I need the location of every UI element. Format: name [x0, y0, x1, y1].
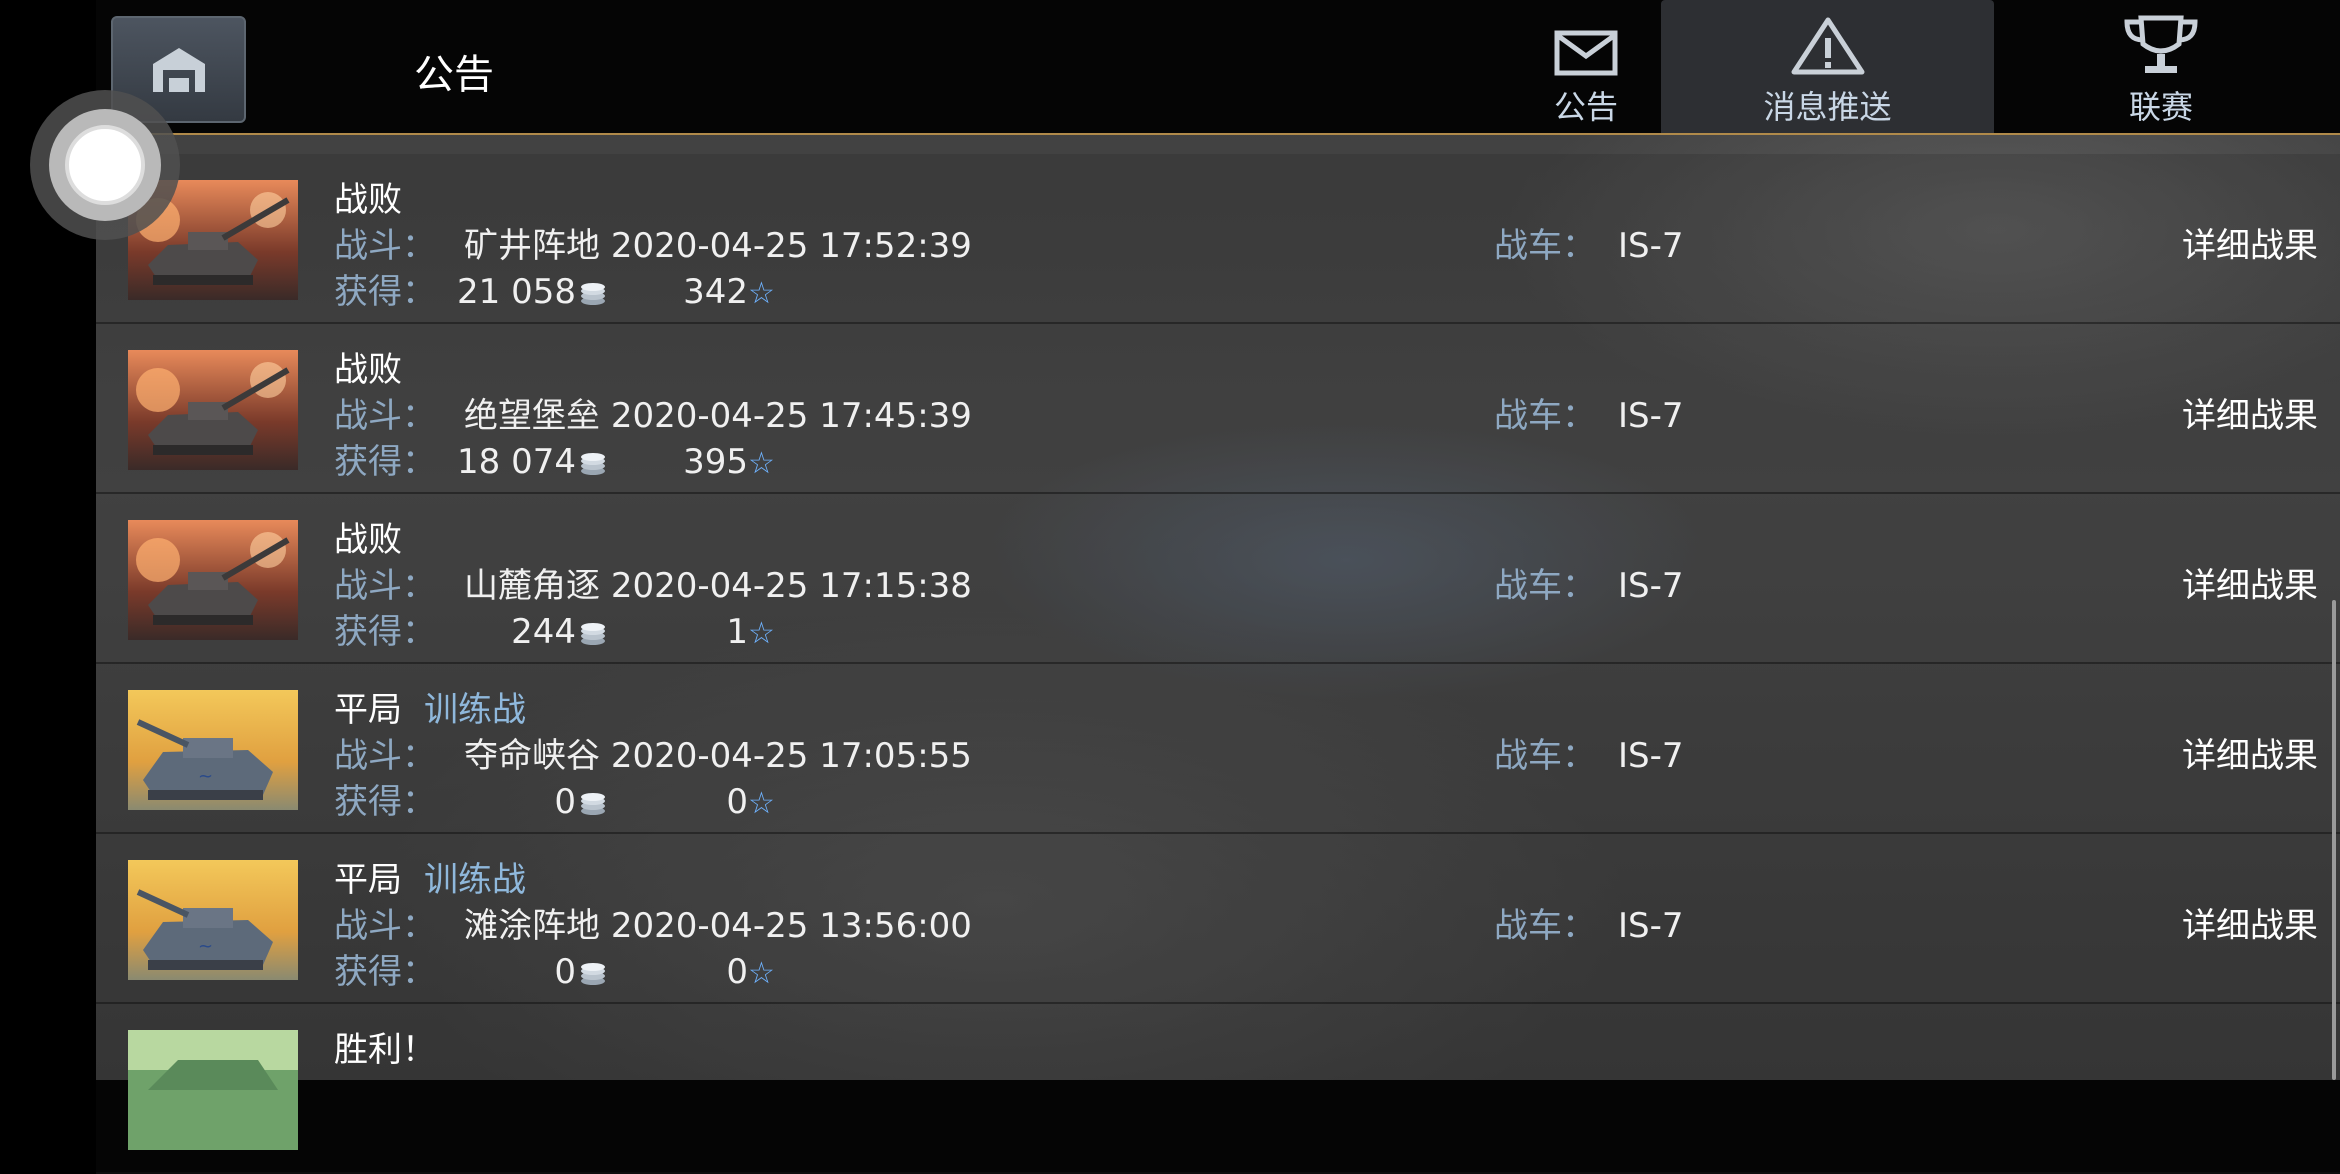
star-icon: ☆	[748, 446, 775, 481]
battle-thumbnail	[128, 350, 298, 470]
battle-thumbnail	[128, 1030, 298, 1150]
xp-value: 0	[726, 952, 748, 992]
top-bar: 公告 1 公告 消息推送	[96, 0, 2340, 135]
silver-coin-icon	[581, 452, 605, 475]
xp-value: 395	[683, 442, 748, 482]
detail-results-link[interactable]: 详细战果	[2182, 558, 2318, 607]
battle-row[interactable]: 胜利！	[96, 1004, 2340, 1174]
battle-label: 战斗：	[334, 566, 436, 606]
tank-name: IS-7	[1618, 566, 1684, 606]
tank-name: IS-7	[1618, 736, 1684, 776]
tank-label: 战车：	[1494, 226, 1596, 266]
battle-thumbnail	[128, 520, 298, 640]
map-name: 山麓角逐	[464, 566, 600, 606]
battle-list: 战败 战斗： 矿井阵地 2020-04-25 17:52:39 获得： 21 058 34…	[96, 154, 2340, 1174]
star-icon: ☆	[748, 956, 775, 991]
floating-assistive-button[interactable]	[30, 90, 180, 240]
silver-coin-icon	[581, 962, 605, 985]
star-icon: ☆	[748, 786, 775, 821]
credits-value: 244	[511, 612, 576, 652]
credits-value: 0	[554, 952, 576, 992]
tank-label: 战车：	[1494, 906, 1596, 946]
detail-results-link[interactable]: 详细战果	[2182, 388, 2318, 437]
map-name: 滩涂阵地	[464, 906, 600, 946]
battle-row[interactable]: ~ 平局 训练战 战斗： 滩涂阵地 2020-04-25 13:56:00 获得： 0 0☆ 战…	[96, 834, 2340, 1004]
battle-thumbnail: ~	[128, 690, 298, 810]
svg-text:~: ~	[198, 766, 213, 787]
silver-coin-icon	[581, 622, 605, 645]
battle-label: 战斗：	[334, 396, 436, 436]
battle-datetime: 2020-04-25 17:52:39	[610, 226, 972, 266]
tab-label: 消息推送	[1763, 88, 1892, 126]
xp-value: 0	[726, 782, 748, 822]
warning-icon	[1791, 17, 1864, 75]
credits-value: 0	[554, 782, 576, 822]
earned-label: 获得：	[334, 612, 436, 652]
trophy-icon	[2124, 15, 2198, 73]
battle-result: 战败	[334, 350, 402, 390]
battle-datetime: 2020-04-25 13:56:00	[610, 906, 972, 946]
tank-label: 战车：	[1494, 736, 1596, 776]
credits-value: 21 058	[457, 272, 576, 312]
map-name: 夺命峡谷	[464, 736, 600, 776]
garage-icon	[152, 47, 205, 92]
detail-results-link[interactable]: 详细战果	[2182, 218, 2318, 267]
star-icon: ☆	[748, 616, 775, 651]
credits-value: 18 074	[457, 442, 576, 482]
battle-result: 战败	[334, 180, 402, 220]
battle-thumbnail: ~	[128, 860, 298, 980]
earned-label: 获得：	[334, 782, 436, 822]
svg-text:~: ~	[198, 936, 213, 957]
battle-label: 战斗：	[334, 736, 436, 776]
envelope-icon	[1554, 30, 1618, 76]
detail-results-link[interactable]: 详细战果	[2182, 728, 2318, 777]
tab-label: 联赛	[2128, 88, 2193, 126]
battle-mode: 训练战	[424, 860, 526, 900]
earned-label: 获得：	[334, 272, 436, 312]
earned-label: 获得：	[334, 952, 436, 992]
battle-mode: 训练战	[424, 690, 526, 730]
tank-label: 战车：	[1494, 396, 1596, 436]
xp-value: 342	[683, 272, 748, 312]
xp-value: 1	[726, 612, 748, 652]
detail-results-link[interactable]: 详细战果	[2182, 898, 2318, 947]
battle-label: 战斗：	[334, 906, 436, 946]
battle-datetime: 2020-04-25 17:15:38	[610, 566, 972, 606]
battle-row[interactable]: 战败战斗： 绝望堡垒 2020-04-25 17:45:39 获得： 18 074 39…	[96, 324, 2340, 494]
battle-label: 战斗：	[334, 226, 436, 266]
battle-result: 平局	[334, 690, 402, 730]
battle-row[interactable]: 战败战斗： 矿井阵地 2020-04-25 17:52:39 获得： 21 058 34…	[96, 154, 2340, 324]
battle-datetime: 2020-04-25 17:05:55	[610, 736, 972, 776]
map-name: 绝望堡垒	[464, 396, 600, 436]
tank-name: IS-7	[1618, 396, 1684, 436]
battle-result: 平局	[334, 860, 402, 900]
battle-row[interactable]: 战败战斗： 山麓角逐 2020-04-25 17:15:38 获得： 244 1☆ 战车：…	[96, 494, 2340, 664]
earned-label: 获得：	[334, 442, 436, 482]
silver-coin-icon	[581, 282, 605, 305]
battle-row[interactable]: ~ 平局 训练战 战斗： 夺命峡谷 2020-04-25 17:05:55 获得： 0 0☆ 战…	[96, 664, 2340, 834]
tank-label: 战车：	[1494, 566, 1596, 606]
battle-datetime: 2020-04-25 17:45:39	[610, 396, 972, 436]
scrollbar[interactable]	[2332, 600, 2336, 1080]
map-name: 矿井阵地	[464, 226, 600, 266]
battle-result: 胜利！	[334, 1030, 436, 1070]
tab-notifications[interactable]: 消息推送	[1661, 0, 1994, 133]
tank-name: IS-7	[1618, 226, 1684, 266]
battle-result: 战败	[334, 520, 402, 560]
tank-name: IS-7	[1618, 906, 1684, 946]
page-title: 公告	[414, 52, 494, 98]
star-icon: ☆	[748, 276, 775, 311]
tab-label: 公告	[1553, 88, 1618, 126]
tab-league[interactable]: 联赛	[1996, 0, 2326, 133]
silver-coin-icon	[581, 792, 605, 815]
